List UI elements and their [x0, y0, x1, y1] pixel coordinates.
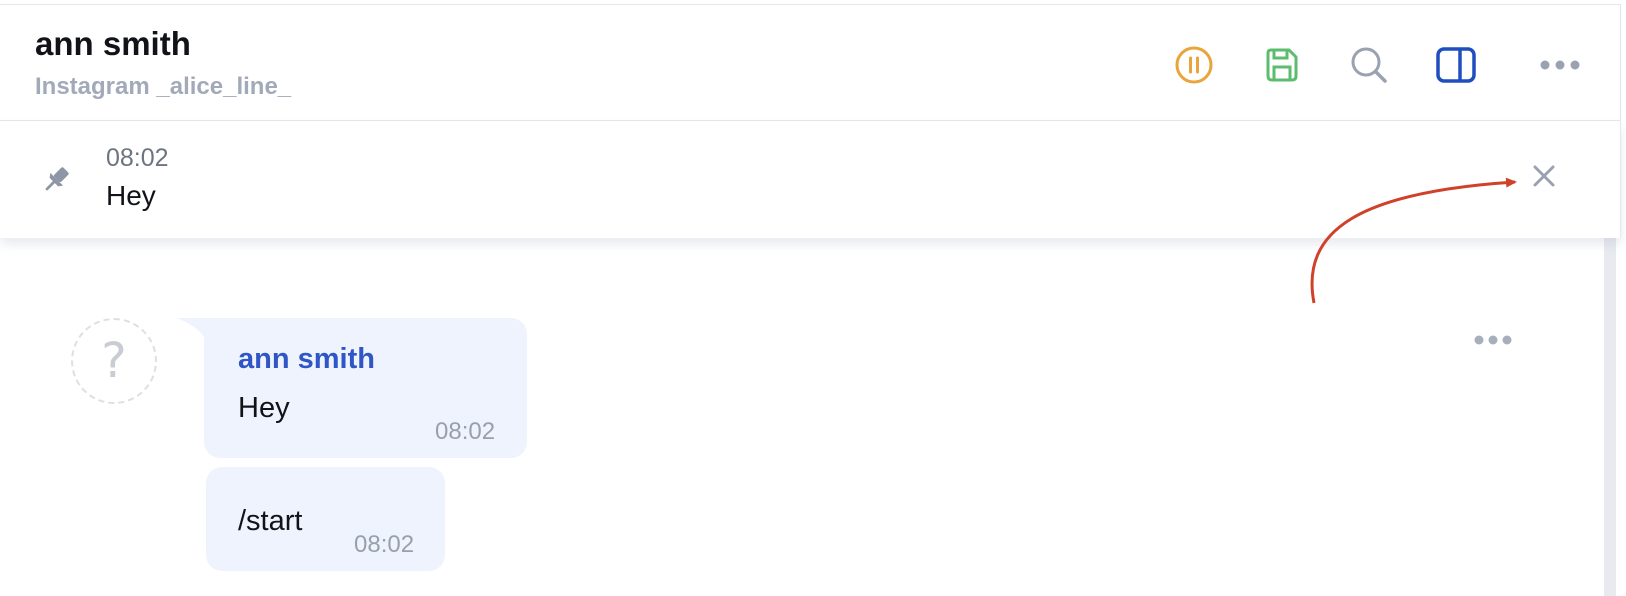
message-more-button[interactable]: [1470, 326, 1516, 354]
search-icon: [1351, 47, 1387, 83]
close-icon: [1533, 165, 1555, 187]
message-time: 08:02: [435, 418, 496, 445]
contact-name: ann smith: [35, 25, 191, 62]
more-icon: [1474, 335, 1512, 345]
message-time: 08:02: [354, 531, 415, 558]
pause-button[interactable]: [1170, 41, 1218, 89]
message-sender: ann smith: [238, 343, 375, 375]
save-icon: [1266, 48, 1298, 82]
pinned-message-text: Hey: [106, 180, 156, 211]
save-button[interactable]: [1258, 41, 1306, 89]
contact-source: Instagram _alice_line_: [35, 73, 292, 100]
unpin-close-button[interactable]: [1528, 160, 1560, 192]
pause-icon: [1175, 46, 1213, 84]
pinned-message-time: 08:02: [106, 144, 169, 172]
message-text: Hey: [238, 392, 290, 424]
chat-header: ann smith Instagram _alice_line_: [0, 4, 1621, 121]
sidebar-toggle-button[interactable]: [1432, 41, 1480, 89]
avatar[interactable]: ?: [71, 318, 157, 404]
chat-window: ann smith Instagram _alice_line_ 08:02 H…: [0, 0, 1624, 596]
messages-scrollbar[interactable]: [1604, 238, 1616, 596]
more-options-button[interactable]: [1536, 41, 1584, 89]
more-icon: [1540, 60, 1580, 70]
pin-icon: [45, 167, 69, 191]
sidebar-toggle-icon: [1436, 47, 1476, 83]
pinned-message-bar[interactable]: [0, 121, 1621, 238]
message-text: /start: [238, 505, 303, 537]
search-button[interactable]: [1345, 41, 1393, 89]
